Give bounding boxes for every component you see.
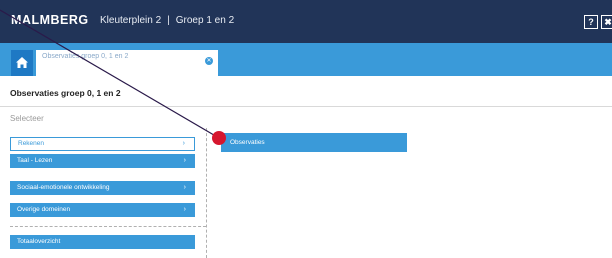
- annotation-line: [0, 9, 220, 139]
- annotation-dot: [212, 131, 226, 145]
